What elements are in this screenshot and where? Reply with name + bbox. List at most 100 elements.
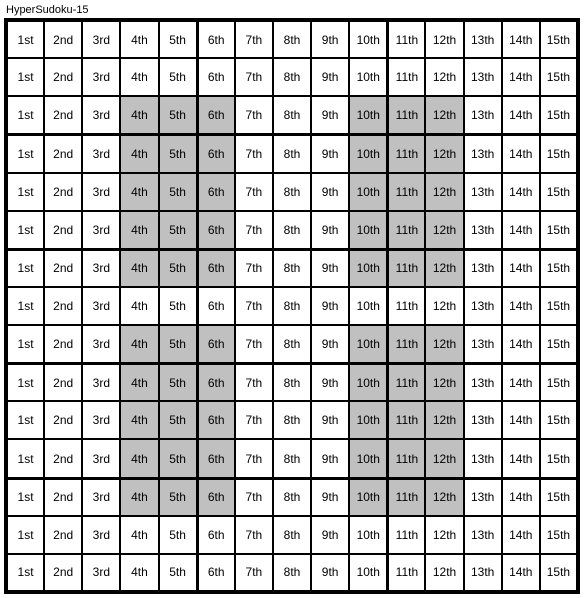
- grid-cell[interactable]: 13th: [464, 58, 502, 96]
- grid-cell[interactable]: 8th: [273, 287, 311, 325]
- grid-cell[interactable]: 2nd: [44, 173, 82, 211]
- grid-cell[interactable]: 7th: [235, 287, 273, 325]
- grid-cell[interactable]: 2nd: [44, 478, 82, 516]
- grid-cell[interactable]: 14th: [502, 134, 540, 172]
- grid-cell[interactable]: 12th: [425, 516, 463, 554]
- grid-cell[interactable]: 12th: [425, 249, 463, 287]
- grid-cell[interactable]: 14th: [502, 20, 540, 58]
- grid-cell[interactable]: 11th: [387, 96, 425, 134]
- grid-cell[interactable]: 13th: [464, 554, 502, 592]
- grid-cell[interactable]: 12th: [425, 478, 463, 516]
- grid-cell[interactable]: 11th: [387, 325, 425, 363]
- grid-cell[interactable]: 3rd: [82, 96, 120, 134]
- grid-cell[interactable]: 2nd: [44, 211, 82, 249]
- grid-cell[interactable]: 12th: [425, 325, 463, 363]
- grid-cell[interactable]: 7th: [235, 249, 273, 287]
- grid-cell[interactable]: 15th: [540, 287, 578, 325]
- grid-cell[interactable]: 10th: [349, 134, 387, 172]
- grid-cell[interactable]: 14th: [502, 439, 540, 477]
- grid-cell[interactable]: 2nd: [44, 249, 82, 287]
- grid-cell[interactable]: 11th: [387, 134, 425, 172]
- grid-cell[interactable]: 6th: [197, 401, 235, 439]
- grid-cell[interactable]: 12th: [425, 363, 463, 401]
- grid-cell[interactable]: 9th: [311, 249, 349, 287]
- grid-cell[interactable]: 6th: [197, 478, 235, 516]
- grid-cell[interactable]: 11th: [387, 20, 425, 58]
- grid-cell[interactable]: 11th: [387, 287, 425, 325]
- grid-cell[interactable]: 9th: [311, 58, 349, 96]
- grid-cell[interactable]: 15th: [540, 249, 578, 287]
- grid-cell[interactable]: 1st: [6, 554, 44, 592]
- grid-cell[interactable]: 12th: [425, 96, 463, 134]
- grid-cell[interactable]: 14th: [502, 516, 540, 554]
- grid-cell[interactable]: 9th: [311, 287, 349, 325]
- grid-cell[interactable]: 8th: [273, 20, 311, 58]
- grid-cell[interactable]: 12th: [425, 554, 463, 592]
- grid-cell[interactable]: 15th: [540, 58, 578, 96]
- grid-cell[interactable]: 12th: [425, 58, 463, 96]
- grid-cell[interactable]: 15th: [540, 554, 578, 592]
- grid-cell[interactable]: 2nd: [44, 325, 82, 363]
- grid-cell[interactable]: 15th: [540, 439, 578, 477]
- grid-cell[interactable]: 8th: [273, 554, 311, 592]
- grid-cell[interactable]: 14th: [502, 554, 540, 592]
- grid-cell[interactable]: 6th: [197, 554, 235, 592]
- grid-cell[interactable]: 3rd: [82, 134, 120, 172]
- grid-cell[interactable]: 1st: [6, 96, 44, 134]
- grid-cell[interactable]: 12th: [425, 211, 463, 249]
- grid-cell[interactable]: 1st: [6, 325, 44, 363]
- grid-cell[interactable]: 13th: [464, 325, 502, 363]
- grid-cell[interactable]: 5th: [159, 58, 197, 96]
- grid-cell[interactable]: 4th: [120, 478, 158, 516]
- grid-cell[interactable]: 7th: [235, 134, 273, 172]
- grid-cell[interactable]: 4th: [120, 211, 158, 249]
- grid-cell[interactable]: 11th: [387, 58, 425, 96]
- grid-cell[interactable]: 5th: [159, 554, 197, 592]
- grid-cell[interactable]: 14th: [502, 173, 540, 211]
- grid-cell[interactable]: 11th: [387, 401, 425, 439]
- grid-cell[interactable]: 1st: [6, 363, 44, 401]
- grid-cell[interactable]: 15th: [540, 325, 578, 363]
- grid-cell[interactable]: 8th: [273, 96, 311, 134]
- grid-cell[interactable]: 2nd: [44, 287, 82, 325]
- grid-cell[interactable]: 11th: [387, 554, 425, 592]
- grid-cell[interactable]: 1st: [6, 134, 44, 172]
- grid-cell[interactable]: 13th: [464, 211, 502, 249]
- grid-cell[interactable]: 2nd: [44, 134, 82, 172]
- grid-cell[interactable]: 8th: [273, 439, 311, 477]
- grid-cell[interactable]: 15th: [540, 20, 578, 58]
- grid-cell[interactable]: 9th: [311, 401, 349, 439]
- grid-cell[interactable]: 2nd: [44, 58, 82, 96]
- grid-cell[interactable]: 8th: [273, 516, 311, 554]
- grid-cell[interactable]: 14th: [502, 249, 540, 287]
- grid-cell[interactable]: 13th: [464, 173, 502, 211]
- grid-cell[interactable]: 13th: [464, 134, 502, 172]
- grid-cell[interactable]: 15th: [540, 478, 578, 516]
- grid-cell[interactable]: 4th: [120, 173, 158, 211]
- grid-cell[interactable]: 4th: [120, 401, 158, 439]
- grid-cell[interactable]: 3rd: [82, 58, 120, 96]
- grid-cell[interactable]: 3rd: [82, 287, 120, 325]
- grid-cell[interactable]: 5th: [159, 287, 197, 325]
- grid-cell[interactable]: 9th: [311, 478, 349, 516]
- grid-cell[interactable]: 3rd: [82, 439, 120, 477]
- grid-cell[interactable]: 9th: [311, 516, 349, 554]
- grid-cell[interactable]: 10th: [349, 478, 387, 516]
- grid-cell[interactable]: 4th: [120, 325, 158, 363]
- grid-cell[interactable]: 10th: [349, 249, 387, 287]
- grid-cell[interactable]: 6th: [197, 439, 235, 477]
- grid-cell[interactable]: 1st: [6, 401, 44, 439]
- grid-cell[interactable]: 2nd: [44, 554, 82, 592]
- grid-cell[interactable]: 12th: [425, 287, 463, 325]
- grid-cell[interactable]: 11th: [387, 211, 425, 249]
- grid-cell[interactable]: 9th: [311, 96, 349, 134]
- grid-cell[interactable]: 11th: [387, 516, 425, 554]
- grid-cell[interactable]: 1st: [6, 20, 44, 58]
- grid-cell[interactable]: 6th: [197, 173, 235, 211]
- grid-cell[interactable]: 2nd: [44, 96, 82, 134]
- grid-cell[interactable]: 7th: [235, 363, 273, 401]
- grid-cell[interactable]: 9th: [311, 173, 349, 211]
- grid-cell[interactable]: 7th: [235, 58, 273, 96]
- grid-cell[interactable]: 4th: [120, 516, 158, 554]
- grid-cell[interactable]: 8th: [273, 401, 311, 439]
